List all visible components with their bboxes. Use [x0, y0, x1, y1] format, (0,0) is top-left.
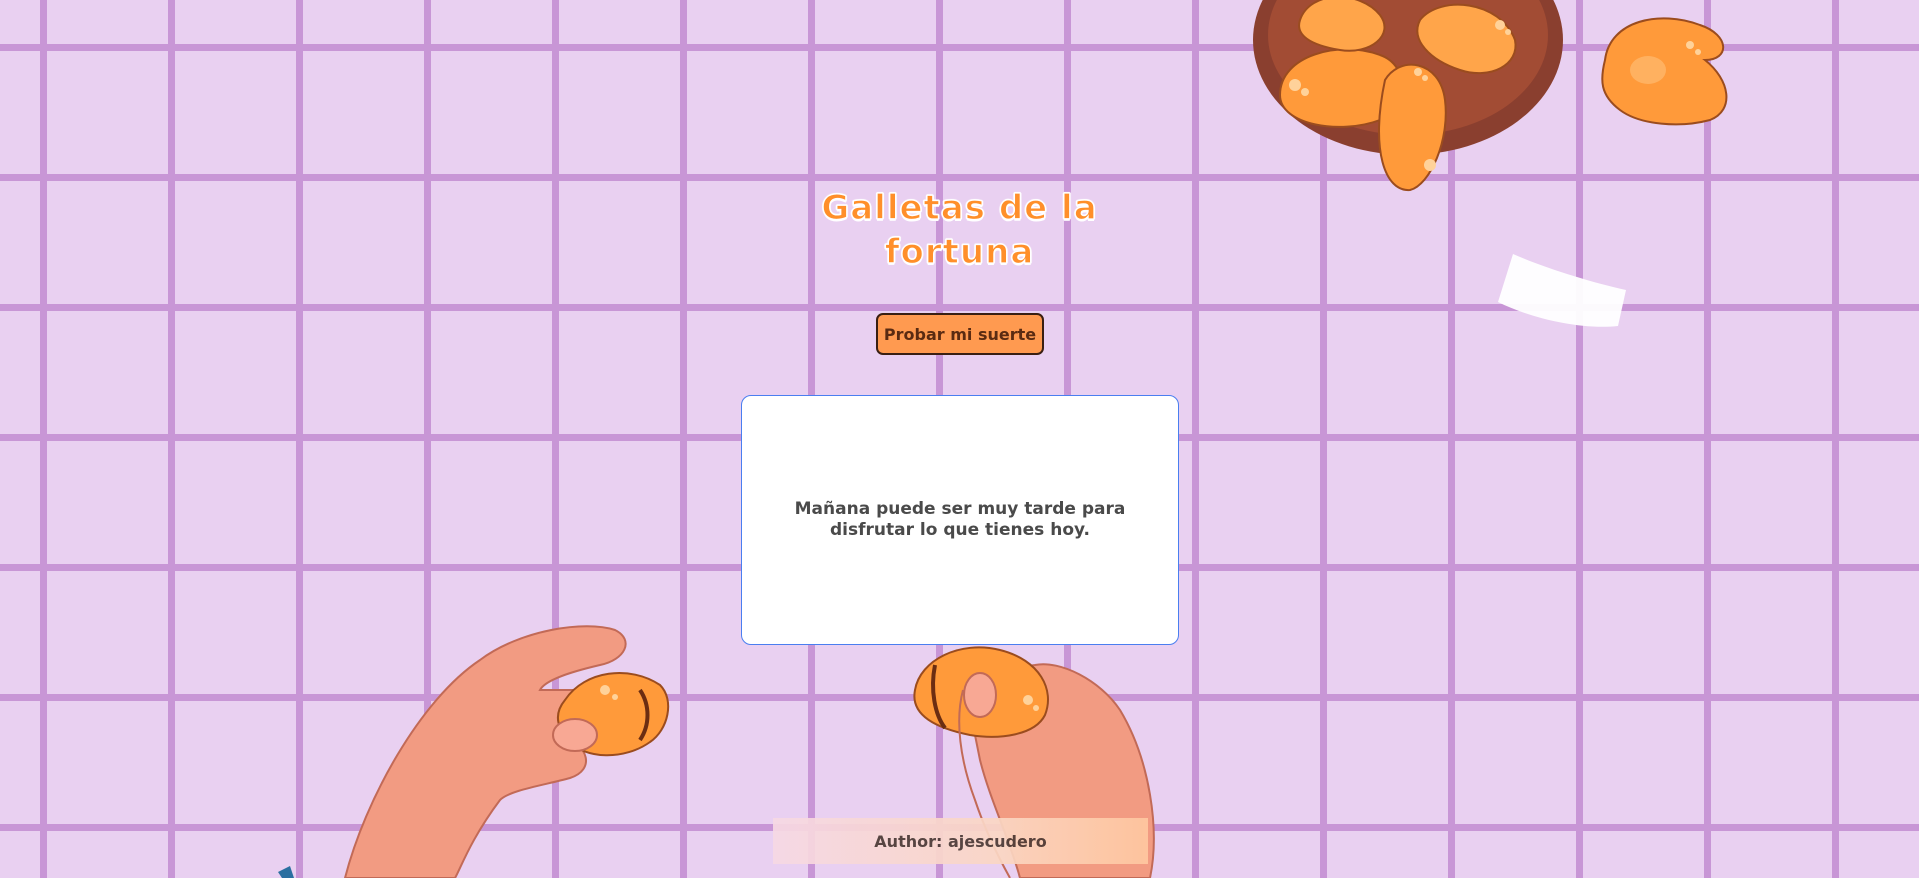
- fortune-message: Mañana puede ser muy tarde para disfruta…: [794, 499, 1126, 540]
- page-header: Galletas de la fortuna: [0, 186, 1919, 274]
- footer: Author: ajescudero: [773, 818, 1148, 864]
- author-credit: Author: ajescudero: [874, 831, 1047, 851]
- fortune-card: Mañana puede ser muy tarde para disfruta…: [741, 395, 1179, 645]
- page-title: Galletas de la fortuna: [821, 187, 1098, 272]
- try-luck-button[interactable]: Probar mi suerte: [876, 313, 1044, 355]
